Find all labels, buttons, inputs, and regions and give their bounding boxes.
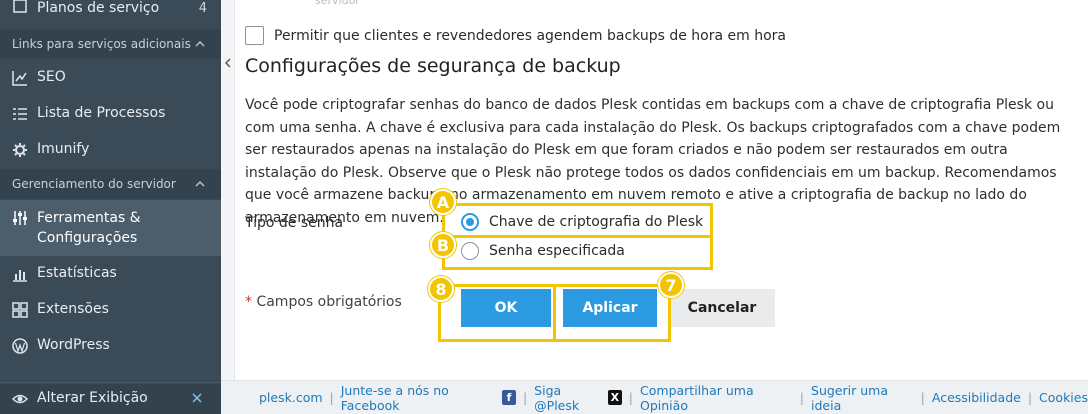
- sidebar-item-tools-settings[interactable]: Ferramentas & Configurações: [0, 200, 221, 256]
- footer-link-cookies[interactable]: Cookies: [1039, 390, 1088, 405]
- footer-link-accessibility[interactable]: Acessibilidade: [932, 390, 1021, 405]
- sidebar-item-label: Estatísticas: [37, 265, 117, 281]
- plans-count: 4: [198, 1, 207, 16]
- required-star: *: [245, 294, 252, 310]
- highlight-a: [442, 203, 713, 238]
- cancel-button[interactable]: Cancelar: [669, 289, 775, 327]
- sidebar-item-process-list[interactable]: Lista de Processos: [0, 98, 221, 130]
- footer-link-follow[interactable]: Siga @Plesk X: [534, 383, 622, 413]
- sidebar-divider: [0, 382, 221, 383]
- list-icon: [12, 106, 28, 122]
- sidebar-item-statistics[interactable]: Estatísticas: [0, 258, 221, 290]
- footer: plesk.com | Junte-se a nós no Facebook f…: [221, 380, 1088, 414]
- sidebar-item-label: Imunify: [37, 141, 90, 157]
- sidebar-item-imunify[interactable]: Imunify: [0, 134, 221, 166]
- eye-icon: [12, 391, 28, 407]
- gear-icon: [12, 142, 28, 158]
- section-title: Gerenciamento do servidor: [12, 177, 176, 191]
- footer-separator: |: [1027, 390, 1033, 405]
- footer-link-plesk[interactable]: plesk.com: [259, 390, 323, 405]
- badge-b: B: [430, 232, 456, 258]
- footer-separator: |: [329, 390, 334, 405]
- footer-separator: |: [799, 390, 805, 405]
- close-icon[interactable]: [191, 392, 203, 408]
- hourly-backups-option[interactable]: Permitir que clientes e revendedores age…: [245, 26, 786, 45]
- bar-chart-icon: [12, 266, 28, 282]
- chevron-left-icon: [224, 58, 231, 68]
- section-additional-links[interactable]: Links para serviços adicionais: [0, 29, 221, 59]
- badge-7: 7: [658, 272, 684, 298]
- sidebar-item-extensions[interactable]: Extensões: [0, 294, 221, 326]
- sidebar-item-label: Planos de serviço: [37, 0, 160, 16]
- required-text: Campos obrigatórios: [256, 294, 402, 310]
- sidebar-item-label: Lista de Processos: [37, 105, 166, 121]
- section-title: Links para serviços adicionais: [12, 37, 191, 51]
- sidebar-item-service-plans[interactable]: Planos de serviço 4: [0, 0, 221, 24]
- chevron-up-icon: [195, 40, 205, 47]
- highlight-apply: [553, 284, 671, 342]
- sidebar: Planos de serviço 4 Links para serviços …: [0, 0, 221, 414]
- hourly-backups-checkbox[interactable]: [245, 26, 264, 45]
- grid-icon: [12, 302, 28, 318]
- section-title: Configurações de segurança de backup: [245, 55, 621, 77]
- footer-link-label: Siga @Plesk: [534, 382, 580, 413]
- section-server-management[interactable]: Gerenciamento do servidor: [0, 169, 221, 199]
- footer-link-label: Junte-se a nós no Facebook: [340, 382, 449, 413]
- sidebar-item-wordpress[interactable]: WordPress: [0, 330, 221, 362]
- facebook-icon: f: [502, 390, 516, 405]
- sidebar-item-label-line1: Ferramentas &: [37, 210, 141, 226]
- change-view-label: Alterar Exibição: [37, 390, 148, 406]
- plans-icon: [12, 0, 28, 14]
- footer-separator: |: [522, 390, 528, 405]
- sidebar-item-label-line2: Configurações: [37, 230, 138, 246]
- sidebar-item-label: SEO: [37, 69, 66, 85]
- sliders-icon: [12, 210, 28, 226]
- highlight-ok: [438, 284, 556, 342]
- footer-link-suggest[interactable]: Sugerir uma ideia: [811, 383, 914, 413]
- chevron-up-icon: [195, 180, 205, 187]
- change-view-button[interactable]: Alterar Exibição: [0, 384, 221, 414]
- required-fields-note: * Campos obrigatórios: [245, 294, 402, 310]
- sidebar-item-label: WordPress: [37, 337, 110, 353]
- footer-link-facebook[interactable]: Junte-se a nós no Facebook f: [341, 383, 516, 413]
- sidebar-collapse-handle[interactable]: [221, 0, 235, 380]
- badge-a: A: [430, 189, 456, 215]
- highlight-b: [442, 235, 713, 270]
- footer-separator: |: [920, 390, 925, 405]
- badge-8: 8: [428, 276, 454, 302]
- x-icon: X: [608, 390, 622, 405]
- chart-line-icon: [12, 70, 28, 86]
- footer-link-feedback[interactable]: Compartilhar uma Opinião: [640, 383, 793, 413]
- wordpress-icon: [12, 338, 28, 354]
- sidebar-item-seo[interactable]: SEO: [0, 62, 221, 94]
- hourly-backups-label: Permitir que clientes e revendedores age…: [274, 27, 786, 44]
- footer-separator: |: [628, 390, 634, 405]
- faded-text: servidor: [315, 0, 360, 7]
- sidebar-item-label: Extensões: [37, 301, 109, 317]
- password-type-label: Tipo de senha: [245, 215, 344, 231]
